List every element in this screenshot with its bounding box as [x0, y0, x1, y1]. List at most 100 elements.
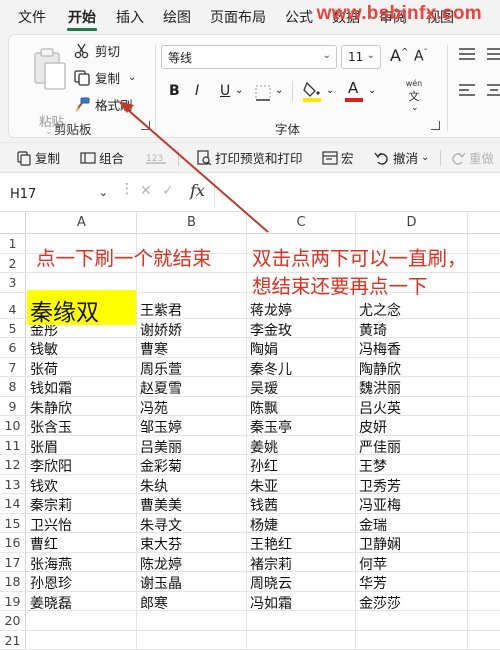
underline-chevron-icon[interactable]: ⌄	[235, 85, 243, 96]
format-painter-button[interactable]: 格式刷	[73, 95, 133, 114]
menu-draw[interactable]: 绘图	[163, 7, 191, 27]
cell[interactable]: 冯苑	[140, 398, 168, 418]
cell[interactable]: 周晓云	[250, 573, 292, 593]
cell[interactable]: 黄琦	[359, 320, 387, 340]
row-header[interactable]: 4	[0, 292, 26, 319]
italic-button[interactable]: I	[195, 83, 199, 99]
cell[interactable]: 李欣阳	[30, 456, 72, 476]
phonetic-guide-button[interactable]: wén 文	[401, 79, 427, 105]
font-color-chevron-icon[interactable]: ⌄	[368, 85, 376, 96]
cell[interactable]: 秦玉亭	[250, 417, 292, 437]
cell[interactable]: 曹寒	[140, 339, 168, 359]
row-header[interactable]: 7	[0, 357, 26, 377]
column-header-a[interactable]: A	[27, 212, 137, 234]
cell[interactable]: 陈龙婷	[140, 554, 182, 574]
row-header[interactable]: 18	[0, 572, 26, 592]
cell[interactable]: 尤之念	[359, 300, 401, 320]
menu-file[interactable]: 文件	[18, 7, 46, 27]
undo-button[interactable]: 撤消 ⌄	[374, 148, 429, 167]
cell[interactable]: 冯梅香	[359, 339, 401, 359]
cell[interactable]: 张眉	[30, 437, 58, 457]
cell[interactable]: 陶娟	[250, 339, 278, 359]
row-header[interactable]: 1	[0, 234, 26, 254]
cell[interactable]: 张荷	[30, 359, 58, 379]
menu-page-layout[interactable]: 页面布局	[210, 7, 266, 27]
cell[interactable]: 冯亚梅	[359, 495, 401, 515]
cell[interactable]: 朱亚	[250, 476, 278, 496]
highlighted-cell-text[interactable]: 秦缘双	[30, 293, 99, 327]
qat-numbering-button[interactable]: 123	[146, 148, 168, 166]
cell[interactable]: 秦冬儿	[250, 359, 292, 379]
font-launcher-icon[interactable]	[431, 121, 440, 130]
enter-icon[interactable]: ✓	[162, 183, 174, 199]
cell[interactable]: 姜晓磊	[30, 593, 72, 613]
fill-color-icon[interactable]	[301, 79, 323, 103]
row-header[interactable]: 9	[0, 396, 26, 416]
cell[interactable]: 陶静欣	[359, 359, 401, 379]
formula-input[interactable]	[214, 179, 500, 207]
cell[interactable]: 赵夏雪	[140, 378, 182, 398]
row-header[interactable]: 12	[0, 455, 26, 475]
cell[interactable]: 孙恩珍	[30, 573, 72, 593]
column-header-c[interactable]: C	[247, 212, 356, 234]
cell[interactable]: 褚宗莉	[250, 554, 292, 574]
fill-color-chevron-icon[interactable]: ⌄	[326, 85, 334, 96]
qat-copy-button[interactable]: 复制	[16, 148, 60, 167]
column-header-d[interactable]: D	[356, 212, 468, 234]
row-header[interactable]: 6	[0, 338, 26, 358]
phonetic-chevron-icon[interactable]: ⌄	[411, 103, 419, 113]
undo-chevron-icon[interactable]: ⌄	[421, 152, 429, 163]
cell[interactable]: 朱寻文	[140, 515, 182, 535]
cell[interactable]: 吕火英	[359, 398, 401, 418]
print-preview-button[interactable]: 打印预览和打印	[196, 148, 303, 167]
row-header[interactable]: 13	[0, 474, 26, 494]
qat-group-button[interactable]: 组合	[80, 148, 124, 167]
cell[interactable]: 朱纨	[140, 476, 168, 496]
font-color-button[interactable]: A	[343, 79, 365, 103]
cell[interactable]: 张含玉	[30, 417, 72, 437]
row-header[interactable]: 20	[0, 611, 26, 631]
row-header[interactable]: 17	[0, 552, 26, 572]
cell[interactable]: 魏洪丽	[359, 378, 401, 398]
menu-formulas[interactable]: 公式	[285, 7, 313, 27]
align-center-icon[interactable]	[487, 83, 500, 99]
clipboard-launcher-icon[interactable]	[141, 121, 150, 130]
fx-icon[interactable]: fx	[190, 181, 205, 200]
cell[interactable]: 李金玫	[250, 320, 292, 340]
paste-chevron-icon[interactable]: ⌄	[45, 127, 53, 137]
row-header[interactable]: 15	[0, 513, 26, 533]
cell[interactable]: 蒋龙婷	[250, 300, 292, 320]
copy-chevron-icon[interactable]: ⌄	[128, 72, 136, 83]
cell[interactable]: 束大芬	[140, 534, 182, 554]
cell[interactable]: 严佳丽	[359, 437, 401, 457]
cell[interactable]: 曹红	[30, 534, 58, 554]
row-header[interactable]: 19	[0, 591, 26, 611]
cell[interactable]: 王艳红	[250, 534, 292, 554]
row-header[interactable]: 11	[0, 435, 26, 455]
column-header-b[interactable]: B	[137, 212, 247, 234]
column-header-e[interactable]	[468, 212, 500, 234]
cell[interactable]: 秦宗莉	[30, 495, 72, 515]
cell[interactable]: 卫静娴	[359, 534, 401, 554]
row-header[interactable]: 8	[0, 377, 26, 397]
borders-icon[interactable]	[253, 83, 273, 103]
redo-button[interactable]: 重做	[450, 148, 494, 167]
align-left-icon[interactable]	[457, 83, 477, 99]
cell[interactable]: 金莎莎	[359, 593, 401, 613]
font-name-select[interactable]: 等线 ⌄	[161, 45, 337, 69]
grow-font-button[interactable]: A^	[390, 46, 409, 65]
cell[interactable]: 金彩菊	[140, 456, 182, 476]
font-size-select[interactable]: 11 ⌄	[341, 45, 381, 69]
row-header[interactable]: 21	[0, 630, 26, 650]
align-top-icon[interactable]	[457, 47, 477, 63]
cell[interactable]: 何苹	[359, 554, 387, 574]
align-middle-icon[interactable]	[487, 47, 500, 63]
row-header[interactable]: 14	[0, 494, 26, 514]
cell[interactable]: 郎寒	[140, 593, 168, 613]
name-box-chevron-icon[interactable]: ⌄	[99, 186, 108, 199]
menu-insert[interactable]: 插入	[116, 7, 144, 27]
cell[interactable]: 陈飘	[250, 398, 278, 418]
cell[interactable]: 王梦	[359, 456, 387, 476]
menu-home[interactable]: 开始	[68, 7, 96, 27]
row-header[interactable]: 5	[0, 318, 26, 338]
